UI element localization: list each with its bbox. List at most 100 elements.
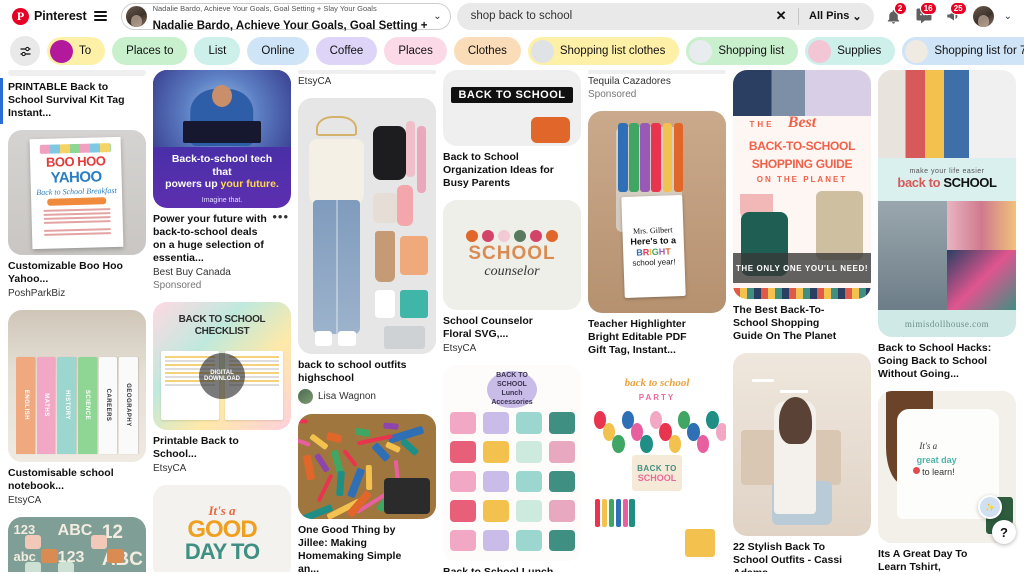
pin-image[interactable]: It's a GOOD DAY TO — [153, 485, 291, 572]
pin-image[interactable] — [298, 98, 436, 354]
pin-source[interactable]: EtsyCA — [153, 462, 291, 475]
profile-selector[interactable]: Nadalie Bardo, Achieve Your Goals, Goal … — [120, 2, 451, 32]
pin-bts-checklist[interactable]: BACK TO SCHOOL CHECKLIST DIGITAL DOWNLOAD Pr… — [153, 302, 291, 475]
assistant-button[interactable]: ✨ — [978, 495, 1002, 519]
pin-image[interactable]: ENGLISH MATHS HISTORY SCIENCE CAREERS GEOGRAP… — [8, 310, 146, 462]
messages-button[interactable]: 16 — [910, 2, 938, 30]
pin-title[interactable]: Teacher Highlighter Bright Editable PDF … — [588, 318, 706, 357]
more-options-icon[interactable]: ••• — [272, 210, 289, 223]
pin-bts-organization[interactable]: BACK TO SCHOOL Back to School Organizatio… — [443, 70, 581, 190]
pin-image[interactable]: Mrs. Gilbert Here's to a BRIGHT school year… — [588, 111, 726, 313]
pin-title[interactable]: PRINTABLE Back to School Survival Kit Ta… — [8, 81, 126, 120]
pin-title[interactable]: back to school outfits highschool — [298, 359, 416, 385]
pin-source[interactable]: Best Buy Canada — [153, 266, 291, 279]
pin-source[interactable]: EtsyCA — [298, 75, 436, 88]
pin-image[interactable]: back to school PARTY BACK TO SCHOOL — [588, 367, 726, 567]
filter-chip-places[interactable]: Places — [384, 37, 447, 65]
filter-chip-supplies[interactable]: Supplies — [805, 37, 896, 65]
pin-shopping-guide[interactable]: THE Best BACK-TO-SCHOOL SHOPPING GUIDE ON TH… — [733, 70, 871, 343]
pin-title[interactable]: Its A Great Day To Learn Tshirt, Element… — [878, 548, 996, 572]
pin-title[interactable]: Customizable Boo Hoo Yahoo... — [8, 260, 126, 286]
pin-image[interactable] — [733, 353, 871, 536]
author-name: Lisa Wagnon — [318, 391, 376, 402]
status-badge: 2 — [893, 2, 907, 15]
pin-title[interactable]: The Best Back-To-School Shopping Guide O… — [733, 304, 851, 343]
pin-good-day-to[interactable]: It's a GOOD DAY TO — [153, 485, 291, 572]
search-bar[interactable]: ✕ All Pins ⌄ — [456, 2, 874, 30]
pin-title[interactable]: One Good Thing by Jillee: Making Homemak… — [298, 524, 416, 572]
filter-chip-row: To Places to List Online Coffee Places Clothes… — [0, 32, 1024, 70]
pin-image[interactable] — [588, 70, 726, 74]
pin-stylish-outfits[interactable]: 22 Stylish Back To School Outfits - Cass… — [733, 353, 871, 572]
pin-image[interactable]: 123ABC12abc123ABC12abc — [8, 517, 146, 572]
pin-image[interactable]: make your life easier back to SCHOOL mimis… — [878, 70, 1016, 337]
filter-chip-online[interactable]: Online — [247, 37, 309, 65]
pin-title[interactable]: Power your future with back-to-school de… — [153, 213, 271, 265]
pin-image[interactable] — [298, 70, 436, 74]
filter-chip-list[interactable]: List — [194, 37, 241, 65]
filter-chip-clothes[interactable]: Clothes — [453, 37, 521, 65]
chevron-down-icon[interactable]: ⌄ — [433, 11, 441, 22]
pin-title[interactable]: Back to School Lunch Accessories - amand… — [443, 566, 561, 572]
help-button[interactable]: ? — [992, 520, 1016, 544]
avatar — [973, 5, 995, 27]
search-input[interactable] — [470, 10, 769, 22]
updates-button[interactable]: 25 — [940, 2, 968, 30]
pin-title[interactable]: Back to School Hacks: Going Back to Scho… — [878, 342, 996, 381]
pin-artwork: THE Best BACK-TO-SCHOOL SHOPPING GUIDE ON TH… — [733, 70, 871, 299]
pin-bts-lunch[interactable]: BACK TO SCHOOL Lunch Accessories Back to Sc… — [443, 365, 581, 572]
pin-artwork — [733, 353, 871, 536]
pin-abc-pattern[interactable]: 123ABC12abc123ABC12abc — [8, 517, 146, 572]
all-pins-dropdown[interactable]: All Pins ⌄ — [805, 10, 870, 23]
pin-image[interactable]: BACK TO SCHOOL Lunch Accessories — [443, 365, 581, 561]
pin-etsy-partial[interactable]: EtsyCA — [298, 70, 436, 88]
pin-boo-hoo-yahoo[interactable]: BOO HOO YAHOO Back to School Breakfast Cust… — [8, 130, 146, 300]
pin-source[interactable]: EtsyCA — [443, 342, 581, 355]
pin-image[interactable]: BACK TO SCHOOL CHECKLIST DIGITAL DOWNLOAD — [153, 302, 291, 430]
pin-source[interactable]: PoshParkBiz — [8, 287, 146, 300]
pin-image[interactable] — [298, 414, 436, 519]
pin-title[interactable]: School Counselor Floral SVG,... — [443, 315, 561, 341]
filter-chip-shopping-list[interactable]: Shopping list — [686, 37, 799, 65]
chevron-down-icon[interactable]: ⌄ — [1000, 11, 1016, 22]
filter-chip-to[interactable]: To — [47, 37, 106, 65]
chip-label: To — [79, 45, 92, 57]
pin-image[interactable]: BACK TO SCHOOL — [443, 70, 581, 146]
filter-chip-coffee[interactable]: Coffee — [315, 37, 378, 65]
pin-title[interactable]: Customisable school notebook... — [8, 467, 126, 493]
pin-survival-kit[interactable]: PRINTABLE Back to School Survival Kit Ta… — [8, 70, 146, 120]
pin-source[interactable]: Tequila Cazadores — [588, 75, 726, 88]
pin-school-notebooks[interactable]: ENGLISH MATHS HISTORY SCIENCE CAREERS GEOGRAP… — [8, 310, 146, 507]
pin-tequila-sponsored[interactable]: Tequila Cazadores Sponsored — [588, 70, 726, 101]
pin-title[interactable]: 22 Stylish Back To School Outfits - Cass… — [733, 541, 851, 572]
pin-source[interactable]: EtsyCA — [8, 494, 146, 507]
hamburger-icon[interactable] — [93, 11, 107, 21]
pin-image[interactable]: BOO HOO YAHOO Back to School Breakfast — [8, 130, 146, 255]
filter-chip-places-to[interactable]: Places to — [112, 37, 188, 65]
pin-image[interactable]: It's a great day to learn! — [878, 391, 1016, 543]
pin-school-counselor[interactable]: SCHOOL counselor School Counselor Floral S… — [443, 200, 581, 355]
pin-school-supplies[interactable]: One Good Thing by Jillee: Making Homemak… — [298, 414, 436, 572]
pin-author[interactable]: Lisa Wagnon — [298, 389, 436, 404]
sponsored-label: Sponsored — [153, 280, 202, 291]
pin-image[interactable]: SCHOOL counselor — [443, 200, 581, 310]
pin-image[interactable]: Back-to-school tech that powers up your f… — [153, 70, 291, 208]
pin-title[interactable]: Printable Back to School... — [153, 435, 271, 461]
pin-bts-hacks[interactable]: make your life easier back to SCHOOL mimis… — [878, 70, 1016, 381]
pin-best-buy-tech[interactable]: Back-to-school tech that powers up your f… — [153, 70, 291, 292]
filter-settings-button[interactable] — [10, 36, 40, 66]
pin-great-day-tshirt[interactable]: It's a great day to learn! Its A Great Day … — [878, 391, 1016, 572]
notifications-button[interactable]: 2 — [880, 2, 908, 30]
account-button[interactable] — [970, 2, 998, 30]
pin-bts-outfits[interactable]: back to school outfits highschool Lisa Wa… — [298, 98, 436, 404]
pin-title[interactable]: Back to School Organization Ideas for Bu… — [443, 151, 561, 190]
filter-chip-shopping-list-clothes[interactable]: Shopping list clothes — [527, 37, 680, 65]
filter-chip-shopping-list-for-7th-grade[interactable]: Shopping list for 7th grade — [902, 37, 1024, 65]
pin-teacher-highlighter[interactable]: Mrs. Gilbert Here's to a BRIGHT school year… — [588, 111, 726, 357]
pinterest-brand[interactable]: P Pinterest — [8, 6, 111, 27]
pin-artwork — [298, 414, 436, 519]
pin-bts-party[interactable]: back to school PARTY BACK TO SCHOOL — [588, 367, 726, 567]
close-icon[interactable]: ✕ — [770, 5, 792, 27]
pin-image[interactable]: THE Best BACK-TO-SCHOOL SHOPPING GUIDE ON TH… — [733, 70, 871, 299]
brand-name: Pinterest — [34, 9, 87, 23]
